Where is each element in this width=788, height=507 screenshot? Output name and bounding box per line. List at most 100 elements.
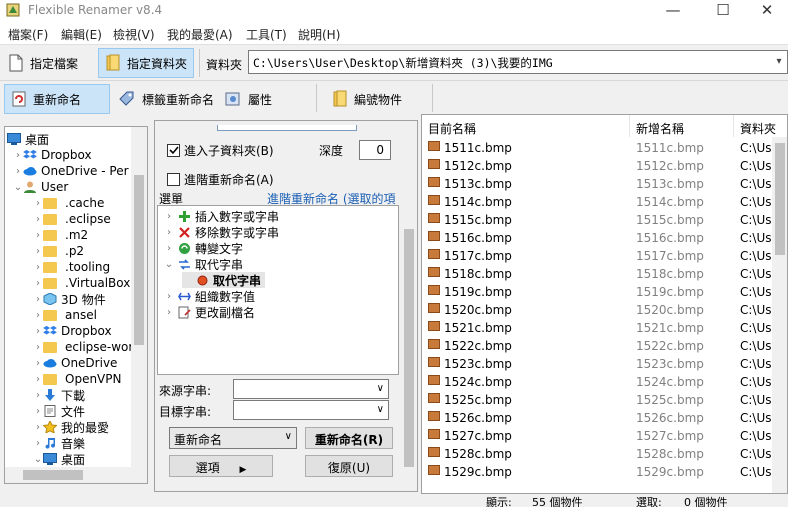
- tree-scrollbar[interactable]: [131, 127, 147, 467]
- file-row[interactable]: 1517c.bmp 1517c.bmp C:\Use: [422, 247, 779, 265]
- column-new-name[interactable]: 新增名稱: [630, 115, 734, 137]
- file-row[interactable]: 1519c.bmp 1519c.bmp C:\Use: [422, 283, 779, 301]
- chevron-right-icon[interactable]: ›: [164, 291, 174, 302]
- tree-item[interactable]: › 我的最愛: [33, 419, 109, 435]
- chevron-right-icon[interactable]: ›: [33, 326, 43, 337]
- chevron-right-icon[interactable]: ›: [33, 406, 43, 417]
- chevron-down-icon[interactable]: ⌄: [164, 259, 174, 270]
- chevron-right-icon[interactable]: ›: [164, 227, 174, 238]
- file-row[interactable]: 1524c.bmp 1524c.bmp C:\Use: [422, 373, 779, 391]
- chevron-right-icon[interactable]: ›: [164, 307, 174, 318]
- operation-item[interactable]: › 轉變文字: [164, 240, 243, 256]
- tree-item[interactable]: 桌面: [7, 131, 49, 147]
- chevron-right-icon[interactable]: ›: [33, 262, 43, 273]
- chevron-down-icon[interactable]: ⌄: [33, 454, 43, 465]
- chevron-right-icon[interactable]: ›: [13, 150, 23, 161]
- chevron-right-icon[interactable]: ›: [33, 294, 43, 305]
- rename-button[interactable]: 重新命名(R): [305, 427, 393, 449]
- file-row[interactable]: 1516c.bmp 1516c.bmp C:\Use: [422, 229, 779, 247]
- depth-input[interactable]: 0: [359, 140, 391, 160]
- options-scrollbar-thumb[interactable]: [404, 229, 414, 467]
- subfolder-checkbox[interactable]: [167, 144, 180, 157]
- tree-hscrollbar[interactable]: [5, 467, 147, 483]
- tree-item[interactable]: › .p2: [33, 243, 84, 259]
- file-row[interactable]: 1526c.bmp 1526c.bmp C:\Use: [422, 409, 779, 427]
- file-row[interactable]: 1521c.bmp 1521c.bmp C:\Use: [422, 319, 779, 337]
- tree-item[interactable]: ⌄ User: [13, 179, 69, 195]
- folder-path-input[interactable]: C:\Users\User\Desktop\新增資料夾 (3)\我要的IMG: [248, 50, 788, 74]
- close-button[interactable]: ✕: [744, 0, 788, 22]
- tree-item[interactable]: › ansel: [33, 307, 97, 323]
- minimize-button[interactable]: —: [650, 0, 696, 22]
- tree-item[interactable]: › .m2: [33, 227, 88, 243]
- chevron-right-icon[interactable]: ›: [33, 422, 43, 433]
- rename-mode-button[interactable]: 重新命名: [4, 84, 110, 114]
- tree-hscrollbar-thumb[interactable]: [23, 470, 83, 480]
- attributes-button[interactable]: 屬性: [218, 84, 278, 114]
- chevron-right-icon[interactable]: ›: [33, 438, 43, 449]
- column-folder[interactable]: 資料夾: [734, 115, 787, 137]
- chevron-right-icon[interactable]: ›: [33, 230, 43, 241]
- select-folder-button[interactable]: 指定資料夾: [98, 48, 194, 78]
- mode-select[interactable]: 重新命名 ∨: [169, 427, 297, 449]
- operation-item-selected[interactable]: 取代字串: [182, 272, 266, 288]
- operation-item[interactable]: › 更改副檔名: [164, 304, 255, 320]
- tree-item[interactable]: › Dropbox: [33, 323, 112, 339]
- maximize-button[interactable]: ☐: [700, 0, 746, 22]
- numbering-button[interactable]: 編號物件: [326, 84, 408, 114]
- options-scrollbar[interactable]: [401, 121, 417, 467]
- menu-help[interactable]: 說明(H): [298, 26, 340, 43]
- tree-item[interactable]: › 文件: [33, 403, 85, 419]
- options-button[interactable]: 選項 ▶: [169, 455, 273, 477]
- file-row[interactable]: 1523c.bmp 1523c.bmp C:\Use: [422, 355, 779, 373]
- menu-file[interactable]: 檔案(F): [8, 26, 48, 43]
- list-scrollbar-thumb[interactable]: [775, 143, 785, 255]
- file-row[interactable]: 1525c.bmp 1525c.bmp C:\Use: [422, 391, 779, 409]
- tree-item[interactable]: › OneDrive - Per: [13, 163, 129, 179]
- tag-rename-button[interactable]: 標籤重新命名: [112, 84, 220, 114]
- chevron-right-icon[interactable]: ›: [33, 198, 43, 209]
- file-row[interactable]: 1527c.bmp 1527c.bmp C:\Use: [422, 427, 779, 445]
- source-string-combo[interactable]: ∨: [233, 379, 389, 399]
- chevron-right-icon[interactable]: ›: [33, 374, 43, 385]
- file-row[interactable]: 1522c.bmp 1522c.bmp C:\Use: [422, 337, 779, 355]
- chevron-right-icon[interactable]: ›: [33, 214, 43, 225]
- advanced-checkbox[interactable]: [167, 173, 180, 186]
- tree-item[interactable]: › 下載: [33, 387, 85, 403]
- menu-view[interactable]: 檢視(V): [113, 26, 155, 43]
- file-row[interactable]: 1515c.bmp 1515c.bmp C:\Use: [422, 211, 779, 229]
- tree-item[interactable]: › .cache: [33, 195, 104, 211]
- tree-item[interactable]: › .VirtualBox: [33, 275, 130, 291]
- file-row[interactable]: 1511c.bmp 1511c.bmp C:\Use: [422, 139, 779, 157]
- file-row[interactable]: 1512c.bmp 1512c.bmp C:\Use: [422, 157, 779, 175]
- chevron-right-icon[interactable]: ›: [33, 278, 43, 289]
- chevron-right-icon[interactable]: ›: [33, 342, 43, 353]
- chevron-right-icon[interactable]: ›: [33, 390, 43, 401]
- tree-item[interactable]: › OpenVPN: [33, 371, 121, 387]
- select-files-button[interactable]: 指定檔案: [2, 48, 84, 78]
- advanced-option[interactable]: 進階重新命名(A): [167, 171, 274, 188]
- list-scrollbar[interactable]: [772, 137, 787, 493]
- file-row[interactable]: 1520c.bmp 1520c.bmp C:\Use: [422, 301, 779, 319]
- tree-item[interactable]: › 音樂: [33, 435, 85, 451]
- menu-tools[interactable]: 工具(T): [246, 26, 287, 43]
- file-row[interactable]: 1528c.bmp 1528c.bmp C:\Use: [422, 445, 779, 463]
- tree-item[interactable]: › 3D 物件: [33, 291, 106, 307]
- chevron-right-icon[interactable]: ›: [33, 358, 43, 369]
- column-current-name[interactable]: 目前名稱: [422, 115, 630, 137]
- file-row[interactable]: 1529c.bmp 1529c.bmp C:\Use: [422, 463, 779, 481]
- file-row[interactable]: 1513c.bmp 1513c.bmp C:\Use: [422, 175, 779, 193]
- operation-item[interactable]: › 移除數字或字串: [164, 224, 279, 240]
- file-row[interactable]: 1514c.bmp 1514c.bmp C:\Use: [422, 193, 779, 211]
- tree-item[interactable]: › .eclipse: [33, 211, 111, 227]
- tree-item[interactable]: › eclipse-wor: [33, 339, 133, 355]
- file-row[interactable]: 1518c.bmp 1518c.bmp C:\Use: [422, 265, 779, 283]
- chevron-down-icon[interactable]: ⌄: [13, 182, 23, 193]
- chevron-right-icon[interactable]: ›: [164, 243, 174, 254]
- operation-item[interactable]: › 插入數字或字串: [164, 208, 279, 224]
- tree-item[interactable]: › .tooling: [33, 259, 110, 275]
- chevron-right-icon[interactable]: ›: [13, 166, 23, 177]
- target-string-combo[interactable]: ∨: [233, 400, 389, 420]
- undo-button[interactable]: 復原(U): [305, 455, 393, 477]
- tree-scrollbar-thumb[interactable]: [134, 175, 144, 345]
